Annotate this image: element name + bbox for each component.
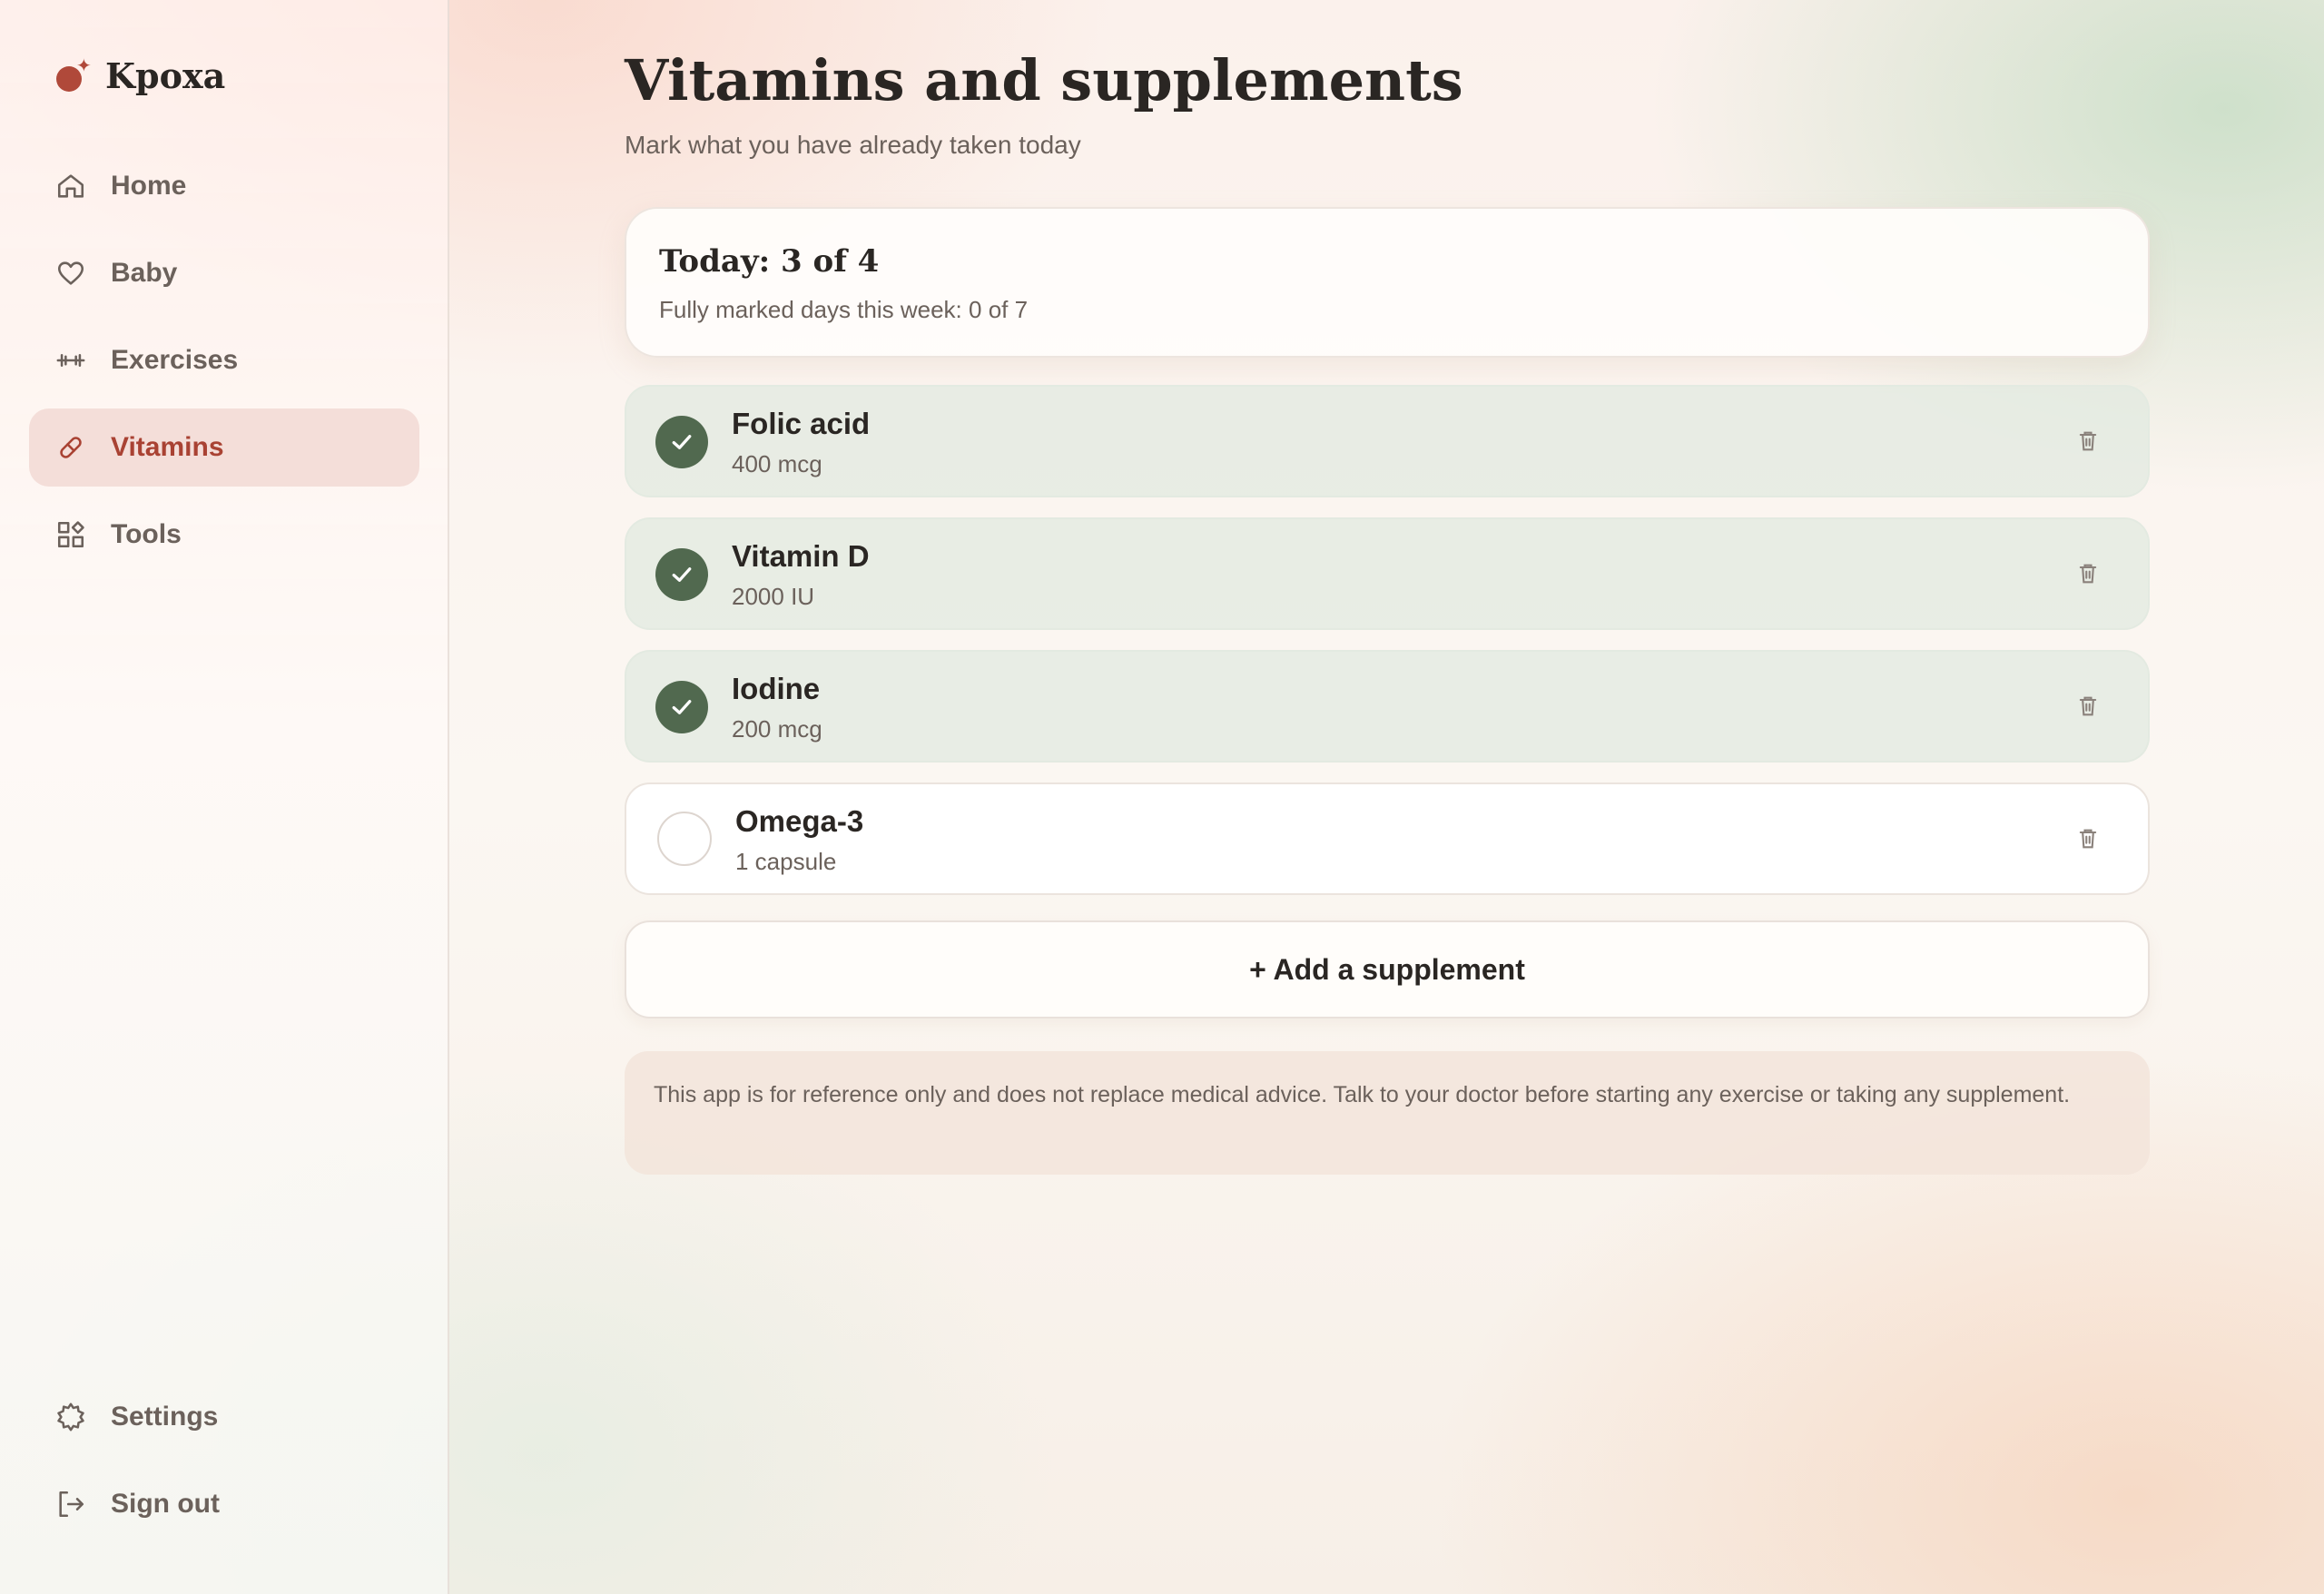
supplement-dose: 400 mcg	[732, 450, 822, 477]
logo-dot-icon: ✦	[54, 57, 92, 93]
heart-icon	[54, 257, 87, 290]
sidebar-item-settings[interactable]: Settings	[29, 1378, 419, 1456]
sidebar-item-tools[interactable]: Tools	[29, 496, 419, 574]
brand-name: Kpoxa	[105, 54, 226, 96]
sidebar-item-label: Settings	[111, 1402, 219, 1432]
supplement-row: Folic acid 400 mcg	[625, 385, 2150, 497]
page-title: Vitamins and supplements	[625, 47, 1463, 113]
supplement-name: Folic acid	[732, 407, 871, 440]
sidebar-item-label: Tools	[111, 519, 182, 549]
trash-icon[interactable]	[2073, 427, 2102, 456]
supplement-row: Iodine 200 mcg	[625, 650, 2150, 763]
sidebar-item-label: Exercises	[111, 345, 239, 375]
sidebar-item-label: Vitamins	[111, 432, 224, 462]
sidebar: ✦ Kpoxa Home Baby Exercises Vitamins Too…	[0, 0, 449, 1594]
supplement-dose: 2000 IU	[732, 583, 815, 610]
brand-logo[interactable]: ✦ Kpoxa	[54, 53, 225, 98]
page-subtitle: Mark what you have already taken today	[625, 131, 1081, 159]
checkmark-icon	[672, 567, 692, 582]
supplement-row: Omega-3 1 capsule	[625, 782, 2150, 895]
supplement-list: Folic acid 400 mcg Vitamin D 2000 IU Iod…	[625, 385, 2150, 915]
sidebar-item-vitamins[interactable]: Vitamins	[29, 408, 419, 487]
trash-icon[interactable]	[2073, 824, 2102, 853]
summary-title: Today: 3 of 4	[659, 243, 880, 280]
checkmark-icon	[672, 435, 692, 449]
supplement-name: Vitamin D	[732, 539, 870, 573]
sidebar-item-label: Sign out	[111, 1489, 220, 1519]
check-toggle[interactable]	[657, 812, 712, 866]
sidebar-item-label: Home	[111, 171, 187, 201]
supplement-dose: 1 capsule	[735, 848, 837, 875]
supplement-name: Iodine	[732, 672, 821, 705]
summary-subtitle: Fully marked days this week: 0 of 7	[659, 296, 1029, 323]
tools-icon	[54, 518, 87, 551]
sidebar-bottom-nav: Settings Sign out	[29, 1378, 419, 1552]
trash-icon[interactable]	[2073, 692, 2102, 721]
check-toggle[interactable]	[655, 681, 708, 733]
disclaimer-note: This app is for reference only and does …	[625, 1051, 2150, 1175]
add-supplement-button[interactable]: + Add a supplement	[625, 920, 2150, 1018]
sidebar-item-home[interactable]: Home	[29, 147, 419, 225]
supplement-dose: 200 mcg	[732, 715, 822, 743]
dumbbell-icon	[54, 344, 87, 377]
supplement-name: Omega-3	[735, 804, 864, 838]
gear-icon	[54, 1401, 87, 1433]
sidebar-item-sign-out[interactable]: Sign out	[29, 1465, 419, 1543]
check-toggle[interactable]	[655, 548, 708, 601]
check-toggle[interactable]	[655, 416, 708, 468]
checkmark-icon	[672, 700, 692, 714]
sidebar-item-exercises[interactable]: Exercises	[29, 321, 419, 399]
sidebar-item-label: Baby	[111, 258, 178, 288]
supplement-row: Vitamin D 2000 IU	[625, 517, 2150, 630]
summary-card: Today: 3 of 4 Fully marked days this wee…	[625, 207, 2150, 358]
pill-icon	[54, 431, 87, 464]
trash-icon[interactable]	[2073, 559, 2102, 588]
sidebar-nav: Home Baby Exercises Vitamins Tools	[29, 147, 419, 583]
home-icon	[54, 170, 87, 202]
sign-out-icon	[54, 1488, 87, 1520]
sidebar-item-baby[interactable]: Baby	[29, 234, 419, 312]
